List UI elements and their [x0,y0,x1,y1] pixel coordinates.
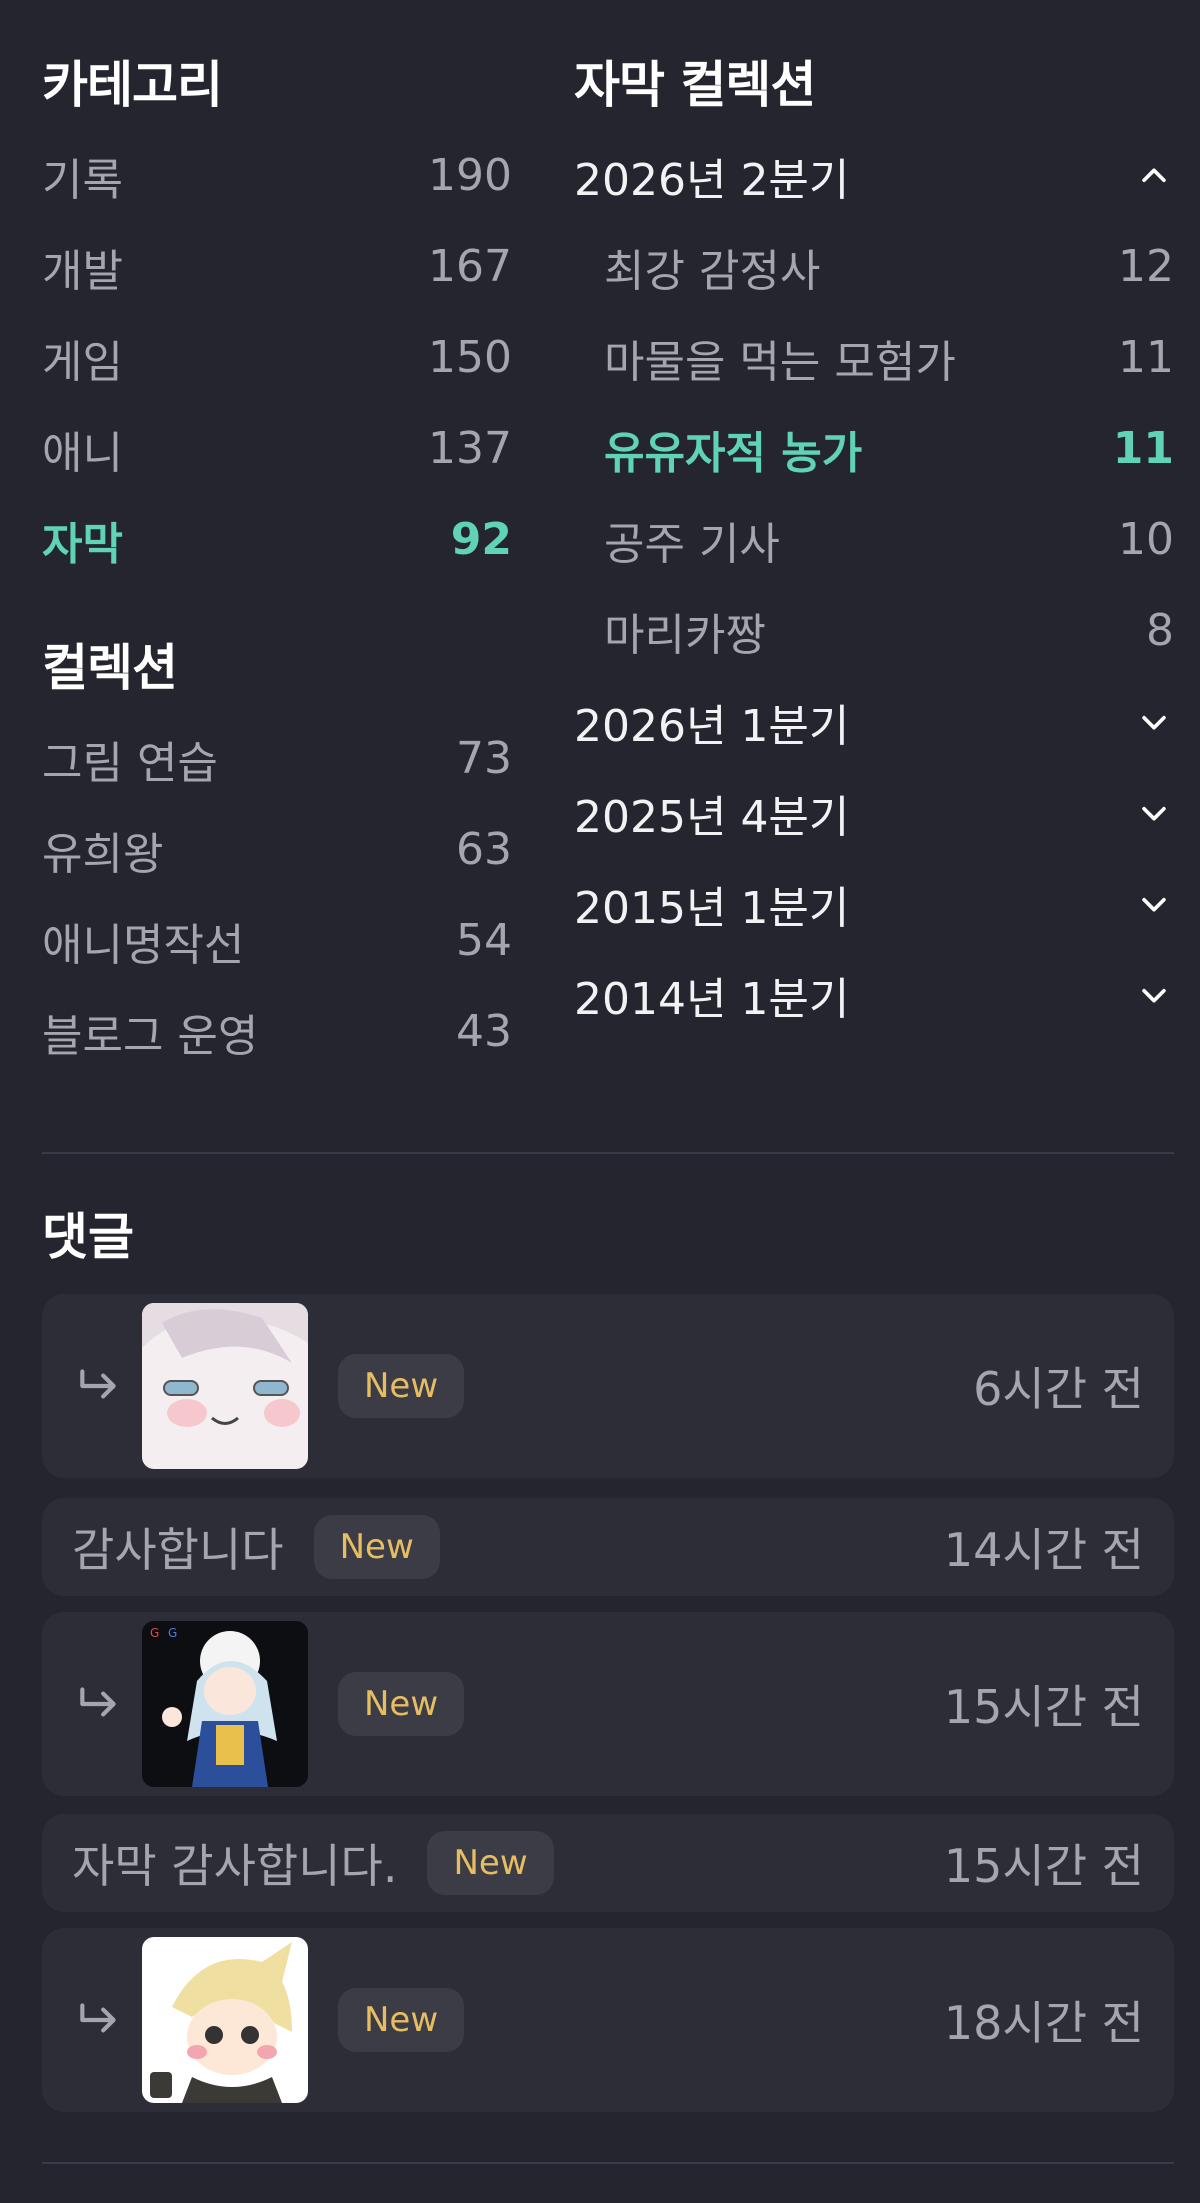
subtitle-count: 11 [1112,423,1174,474]
category-item-dev[interactable]: 개발 167 [42,221,512,312]
svg-text:G: G [168,1626,177,1640]
category-item-game[interactable]: 게임 150 [42,312,512,403]
new-badge: New [338,1354,465,1418]
collection-count: 54 [456,915,512,966]
category-item-subtitles[interactable]: 자막 92 [42,494,512,585]
collection-item-drawing[interactable]: 그림 연습 73 [42,713,512,804]
collection-count: 43 [456,1006,512,1057]
comment-time: 14시간 전 [943,1523,1144,1577]
subtitle-label: 공주 기사 [604,518,780,570]
quarter-toggle-2014-q1[interactable]: 2014년 1분기 [574,949,1174,1040]
category-label: 개발 [42,245,123,297]
collection-label: 블로그 운영 [42,1010,259,1062]
quarter-label: 2026년 2분기 [574,154,850,206]
categories-heading: 카테고리 [42,56,223,114]
new-badge: New [313,1515,440,1579]
chevron-up-icon [1134,156,1174,196]
section-divider [42,2162,1174,2164]
subtitle-collections-heading: 자막 컬렉션 [574,56,816,114]
chevron-down-icon [1134,884,1174,924]
quarter-label: 2015년 1분기 [574,882,850,934]
subtitle-label: 마리카짱 [604,609,766,661]
subtitle-item-monster-eater[interactable]: 마물을 먹는 모험가 11 [574,312,1174,403]
new-badge: New [338,1672,465,1736]
category-label: 기록 [42,154,123,206]
collection-count: 63 [456,824,512,875]
subtitle-item-appraiser[interactable]: 최강 감정사 12 [574,221,1174,312]
right-column: 자막 컬렉션 2026년 2분기 최강 감정사 12 마물을 먹는 모험가 11… [574,40,1174,1040]
category-count: 92 [450,514,512,565]
reply-arrow-icon [80,1687,116,1717]
quarter-toggle-2026-q1[interactable]: 2026년 1분기 [574,676,1174,767]
subtitle-count: 12 [1118,241,1174,292]
category-label: 게임 [42,336,123,388]
subtitle-item-princess-knight[interactable]: 공주 기사 10 [574,494,1174,585]
comment-item[interactable]: New 6시간 전 [42,1294,1174,1478]
quarter-toggle-2026-q2[interactable]: 2026년 2분기 [574,130,1174,221]
comment-text: 감사합니다 [72,1523,284,1577]
new-badge: New [338,1988,465,2052]
new-badge: New [427,1831,554,1895]
collections-heading: 컬렉션 [42,639,178,697]
subtitle-label: 유유자적 농가 [604,427,863,479]
category-count: 190 [428,150,512,201]
comment-item[interactable]: G G New 15시간 전 [42,1612,1174,1796]
subtitle-item-marika[interactable]: 마리카짱 8 [574,585,1174,676]
subtitle-label: 마물을 먹는 모험가 [604,336,956,388]
quarter-label: 2026년 1분기 [574,700,850,752]
collection-item-anime-classics[interactable]: 애니명작선 54 [42,895,512,986]
comment-sticker-image [142,1303,308,1469]
category-count: 150 [428,332,512,383]
comment-item[interactable]: New 18시간 전 [42,1928,1174,2112]
quarter-label: 2014년 1분기 [574,973,850,1025]
reply-arrow-icon [80,1369,116,1399]
subtitle-count: 10 [1118,514,1174,565]
comments-heading: 댓글 [42,1208,134,1266]
collection-item-blog[interactable]: 블로그 운영 43 [42,986,512,1077]
quarter-toggle-2025-q4[interactable]: 2025년 4분기 [574,767,1174,858]
comment-time: 6시간 전 [973,1362,1144,1416]
section-divider [42,1152,1174,1154]
comment-item[interactable]: 감사합니다 New 14시간 전 [42,1498,1174,1596]
quarter-toggle-2015-q1[interactable]: 2015년 1분기 [574,858,1174,949]
chevron-down-icon [1134,702,1174,742]
collection-item-yugioh[interactable]: 유희왕 63 [42,804,512,895]
collection-label: 애니명작선 [42,919,245,971]
category-label: 애니 [42,427,123,479]
comment-text: 자막 감사합니다. [72,1839,398,1893]
category-item-records[interactable]: 기록 190 [42,130,512,221]
category-count: 137 [428,423,512,474]
subtitle-label: 최강 감정사 [604,245,821,297]
comment-time: 15시간 전 [943,1680,1144,1734]
category-item-anime[interactable]: 애니 137 [42,403,512,494]
chevron-down-icon [1134,793,1174,833]
chevron-down-icon [1134,975,1174,1015]
subtitle-count: 11 [1118,332,1174,383]
category-label: 자막 [42,518,123,570]
quarter-label: 2025년 4분기 [574,791,850,843]
comment-time: 18시간 전 [943,1996,1144,2050]
collection-count: 73 [456,733,512,784]
svg-text:G: G [150,1626,159,1640]
collection-label: 그림 연습 [42,737,218,789]
comment-sticker-image: G G [142,1621,308,1787]
category-count: 167 [428,241,512,292]
reply-arrow-icon [80,2003,116,2033]
subtitle-item-farm[interactable]: 유유자적 농가 11 [574,403,1174,494]
subtitle-count: 8 [1146,605,1174,656]
left-column: 카테고리 기록 190 개발 167 게임 150 애니 137 자막 92 컬… [42,40,512,1077]
comment-item[interactable]: 자막 감사합니다. New 15시간 전 [42,1814,1174,1912]
comment-sticker-image [142,1937,308,2103]
comment-time: 15시간 전 [943,1839,1144,1893]
collection-label: 유희왕 [42,828,164,880]
